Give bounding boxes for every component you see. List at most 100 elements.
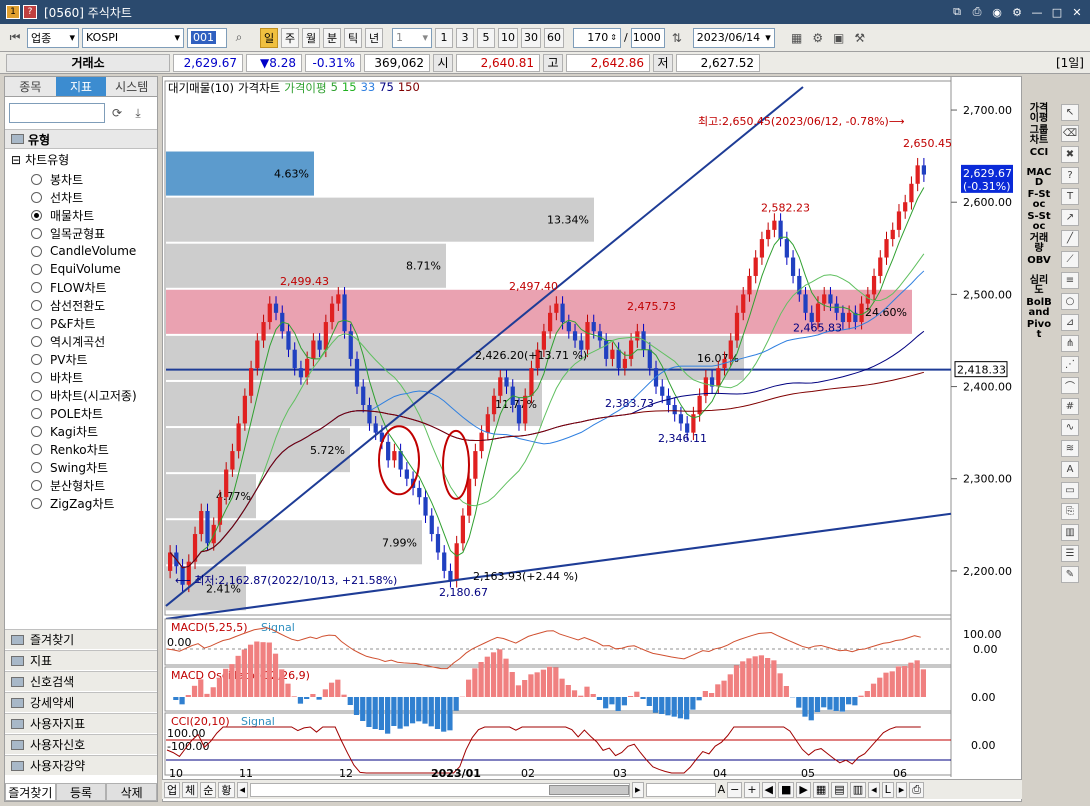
- cursor-icon[interactable]: ↖: [1061, 104, 1079, 121]
- chart-type-option[interactable]: 역시계곡선: [5, 332, 157, 350]
- date-select[interactable]: 2023/06/14 ▾: [692, 27, 775, 48]
- price-chart[interactable]: 4.63%13.34%8.71%24.60%16.07%11.77%5.72%4…: [163, 77, 1023, 803]
- zoom-out-icon[interactable]: −: [727, 781, 743, 798]
- radio-icon[interactable]: [31, 281, 42, 293]
- list-icon[interactable]: ☰: [1061, 545, 1079, 562]
- zigzag-icon[interactable]: ≋: [1061, 440, 1079, 457]
- section-1[interactable]: 지표: [5, 650, 157, 670]
- market-select[interactable]: 업종 ▾: [27, 27, 79, 48]
- section-2[interactable]: 신호검색: [5, 671, 157, 691]
- chart-type-option[interactable]: 일목균형표: [5, 224, 157, 242]
- trend-icon[interactable]: ↗: [1061, 209, 1079, 226]
- legend-volume-profile[interactable]: 대기매물(10): [168, 80, 234, 96]
- grid-icon[interactable]: #: [1061, 398, 1079, 415]
- indicator-button[interactable]: 가격이평: [1026, 104, 1052, 124]
- radio-icon[interactable]: [31, 353, 42, 365]
- indicator-button[interactable]: 그룹차트: [1026, 126, 1052, 146]
- export-icon[interactable]: ⎙: [909, 781, 925, 798]
- first-icon[interactable]: ⏮: [6, 28, 24, 48]
- radio-icon[interactable]: [31, 389, 42, 401]
- indicator-search-input[interactable]: [9, 103, 105, 123]
- delete-all-icon[interactable]: ✖: [1061, 146, 1079, 163]
- period-week-button[interactable]: 주: [281, 27, 299, 48]
- period-month-button[interactable]: 월: [302, 27, 320, 48]
- pen-icon[interactable]: ✎: [1061, 566, 1079, 583]
- radio-icon[interactable]: [31, 299, 42, 311]
- chart-type-option[interactable]: 선차트: [5, 188, 157, 206]
- arc-icon[interactable]: ⌒: [1061, 377, 1079, 394]
- auto-icon[interactable]: A: [1061, 461, 1079, 478]
- tab-up[interactable]: 업: [164, 781, 181, 798]
- text-tool-icon[interactable]: T: [1061, 188, 1079, 205]
- scroll-track[interactable]: [250, 782, 631, 797]
- scroll-right-icon[interactable]: ▸: [632, 781, 644, 798]
- chart-type-option[interactable]: 봉차트: [5, 170, 157, 188]
- interval-select[interactable]: 1 ▾: [392, 27, 432, 48]
- chart-area[interactable]: 4.63% 13.34% 8.71% 24.60% 16.07% 11.77% 5.72% 4…: [162, 76, 1022, 802]
- tools-icon[interactable]: ⚒: [851, 28, 869, 48]
- indicator-button[interactable]: F-Stoc: [1026, 190, 1052, 210]
- zoom-track[interactable]: [645, 782, 716, 797]
- section-4[interactable]: 사용자지표: [5, 713, 157, 733]
- print-icon[interactable]: ⎙: [970, 5, 984, 19]
- maximize-icon[interactable]: □: [1050, 5, 1064, 19]
- tab-status[interactable]: 황: [218, 781, 235, 798]
- radio-icon[interactable]: [31, 479, 42, 491]
- indicator-button[interactable]: BolBand: [1026, 298, 1052, 318]
- chart-type-option[interactable]: Swing차트: [5, 458, 157, 476]
- period-day-button[interactable]: 일: [260, 27, 278, 48]
- indicator-button[interactable]: MACD: [1026, 168, 1052, 188]
- chart-type-option[interactable]: Kagi차트: [5, 422, 157, 440]
- arrow-right-icon[interactable]: ▸: [895, 781, 908, 798]
- section-6[interactable]: 사용자강약: [5, 755, 157, 775]
- interval-60-button[interactable]: 60: [544, 27, 564, 48]
- list-view-icon[interactable]: ▤: [831, 781, 848, 798]
- link-icon[interactable]: ⧉: [950, 5, 964, 19]
- chart-type-option[interactable]: 분산형차트: [5, 476, 157, 494]
- indicator-button[interactable]: 심리도: [1026, 276, 1052, 296]
- settings-icon[interactable]: ⚙: [1010, 5, 1024, 19]
- radio-icon[interactable]: [31, 407, 42, 419]
- tree-chart-type[interactable]: ⊟ 차트유형: [5, 149, 157, 170]
- count-input[interactable]: 170 ⇕: [573, 27, 621, 48]
- interval-3-button[interactable]: 3: [456, 27, 474, 48]
- symbol-input[interactable]: KOSPI ▾: [82, 27, 184, 48]
- tab-order[interactable]: 순: [200, 781, 217, 798]
- radio-icon[interactable]: [31, 245, 42, 257]
- radio-icon[interactable]: [31, 497, 42, 509]
- channel-icon[interactable]: ≡: [1061, 272, 1079, 289]
- indicator-button[interactable]: CCI: [1026, 148, 1052, 166]
- radio-icon[interactable]: [31, 173, 42, 185]
- total-input[interactable]: 1000: [630, 27, 665, 48]
- minimize-icon[interactable]: —: [1030, 5, 1044, 19]
- radio-icon[interactable]: [31, 191, 42, 203]
- window-icon[interactable]: ▭: [1061, 482, 1079, 499]
- refresh-icon[interactable]: ⟳: [108, 103, 126, 123]
- search-icon[interactable]: ⌕: [230, 28, 248, 48]
- next-icon[interactable]: ▶: [796, 781, 811, 798]
- download-icon[interactable]: ⤓: [129, 103, 147, 123]
- radio-icon[interactable]: [31, 371, 42, 383]
- tab-stock[interactable]: 종목: [5, 77, 56, 96]
- copy-icon[interactable]: ⎘: [1061, 503, 1079, 520]
- range-icon[interactable]: ⇅: [668, 28, 686, 48]
- tab-favorites[interactable]: 즐겨찾기: [5, 783, 56, 801]
- circle-icon[interactable]: ○: [1061, 293, 1079, 310]
- split-view-icon[interactable]: ▥: [849, 781, 867, 798]
- chart-type-option[interactable]: PV차트: [5, 350, 157, 368]
- tab-system[interactable]: 시스템: [106, 77, 157, 96]
- chart-type-option[interactable]: 삼선전환도: [5, 296, 157, 314]
- period-year-button[interactable]: 년: [365, 27, 383, 48]
- period-minute-button[interactable]: 분: [323, 27, 341, 48]
- tab-body[interactable]: 체: [182, 781, 199, 798]
- chart-type-option[interactable]: 매물차트: [5, 206, 157, 224]
- settings-icon[interactable]: ⚙: [809, 28, 827, 48]
- save-icon[interactable]: ▣: [830, 28, 848, 48]
- period-tick-button[interactable]: 틱: [344, 27, 362, 48]
- radio-icon[interactable]: [31, 335, 42, 347]
- radio-icon[interactable]: [31, 461, 42, 473]
- indicator-button[interactable]: S-Stoc: [1026, 212, 1052, 232]
- close-icon[interactable]: ✕: [1070, 5, 1084, 19]
- chart-type-option[interactable]: 바차트(시고저종): [5, 386, 157, 404]
- bar-icon[interactable]: ▥: [1061, 524, 1079, 541]
